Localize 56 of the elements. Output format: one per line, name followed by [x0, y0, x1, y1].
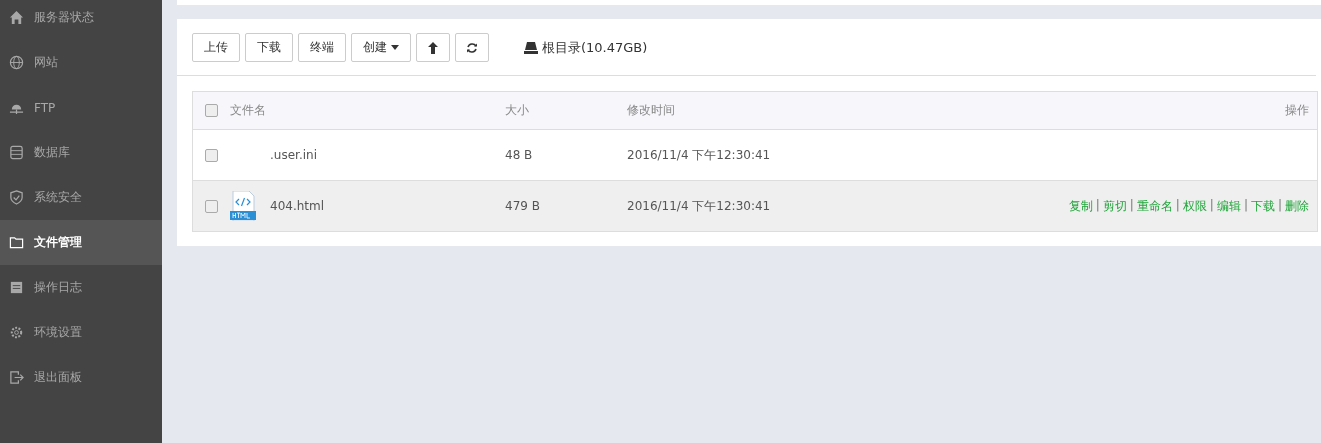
up-arrow-icon	[427, 41, 439, 54]
dropdown-button[interactable]: 创建	[351, 33, 411, 62]
action-link[interactable]: 编辑	[1216, 197, 1241, 215]
exit-icon	[9, 370, 24, 385]
folder-icon	[9, 235, 24, 250]
sidebar-item[interactable]: 文件管理	[0, 220, 162, 265]
column-header: 修改时间	[627, 102, 676, 119]
home-icon	[9, 10, 24, 25]
file-name[interactable]: .user.ini	[270, 148, 317, 162]
column-header: 文件名	[230, 102, 267, 119]
gear-icon	[9, 325, 24, 340]
toolbar-button[interactable]: 下载	[245, 33, 293, 62]
drive-icon	[524, 41, 538, 54]
calendar-icon	[9, 280, 24, 295]
sidebar-item[interactable]: 网站	[0, 40, 162, 85]
sidebar-item[interactable]: FTP	[0, 85, 162, 130]
table-cell-text: 479 B	[505, 199, 541, 213]
caret-icon	[391, 45, 399, 50]
action-link[interactable]: 重命名	[1136, 197, 1173, 215]
table-cell-text: 2016/11/4 下午12:30:41	[627, 146, 772, 164]
sidebar-item[interactable]: 操作日志	[0, 265, 162, 310]
separator: |	[1243, 197, 1248, 214]
checkbox[interactable]	[205, 104, 218, 117]
separator: |	[1175, 197, 1180, 214]
file-name[interactable]: 404.html	[270, 199, 325, 213]
table-cell-text: 48 B	[505, 148, 534, 162]
table-cell-text: 2016/11/4 下午12:30:41	[627, 197, 772, 215]
database-icon	[9, 145, 24, 160]
action-link[interactable]: 删除	[1285, 197, 1309, 215]
separator: |	[1095, 197, 1100, 214]
sidebar-item[interactable]: 服务器状态	[0, 0, 162, 40]
column-header: 操作	[1284, 102, 1310, 119]
up-button[interactable]	[416, 33, 450, 62]
refresh-button[interactable]	[455, 33, 489, 62]
checkbox[interactable]	[205, 199, 218, 213]
action-link[interactable]: 权限	[1182, 197, 1207, 215]
action-link[interactable]: 剪切	[1102, 197, 1127, 215]
sidebar-item[interactable]: 数据库	[0, 130, 162, 175]
refresh-icon	[466, 41, 478, 54]
toolbar-button[interactable]: 终端	[298, 33, 346, 62]
checkbox[interactable]	[205, 148, 218, 162]
separator: |	[1209, 197, 1214, 214]
column-header: 大小	[505, 102, 530, 119]
sidebar-item[interactable]: 退出面板	[0, 355, 162, 400]
toolbar-button[interactable]: 上传	[192, 33, 240, 62]
globe-icon	[9, 55, 24, 70]
table-row[interactable]: 404.html 479 B 2016/11/4 下午12:30:41 复制 | 剪切 | 重命名 | 权限 | 编辑 | 下载 | 删除	[193, 181, 1317, 231]
sidebar-item[interactable]: 系统安全	[0, 175, 162, 220]
sidebar-item[interactable]: 环境设置	[0, 310, 162, 355]
separator: |	[1277, 197, 1282, 214]
separator: |	[1129, 197, 1134, 214]
html-file-icon	[230, 191, 256, 221]
shield-icon	[9, 190, 24, 205]
action-link[interactable]: 下载	[1250, 197, 1275, 215]
path-label: 根目录(10.47GB)	[542, 38, 648, 57]
action-link[interactable]: 复制	[1068, 197, 1093, 215]
